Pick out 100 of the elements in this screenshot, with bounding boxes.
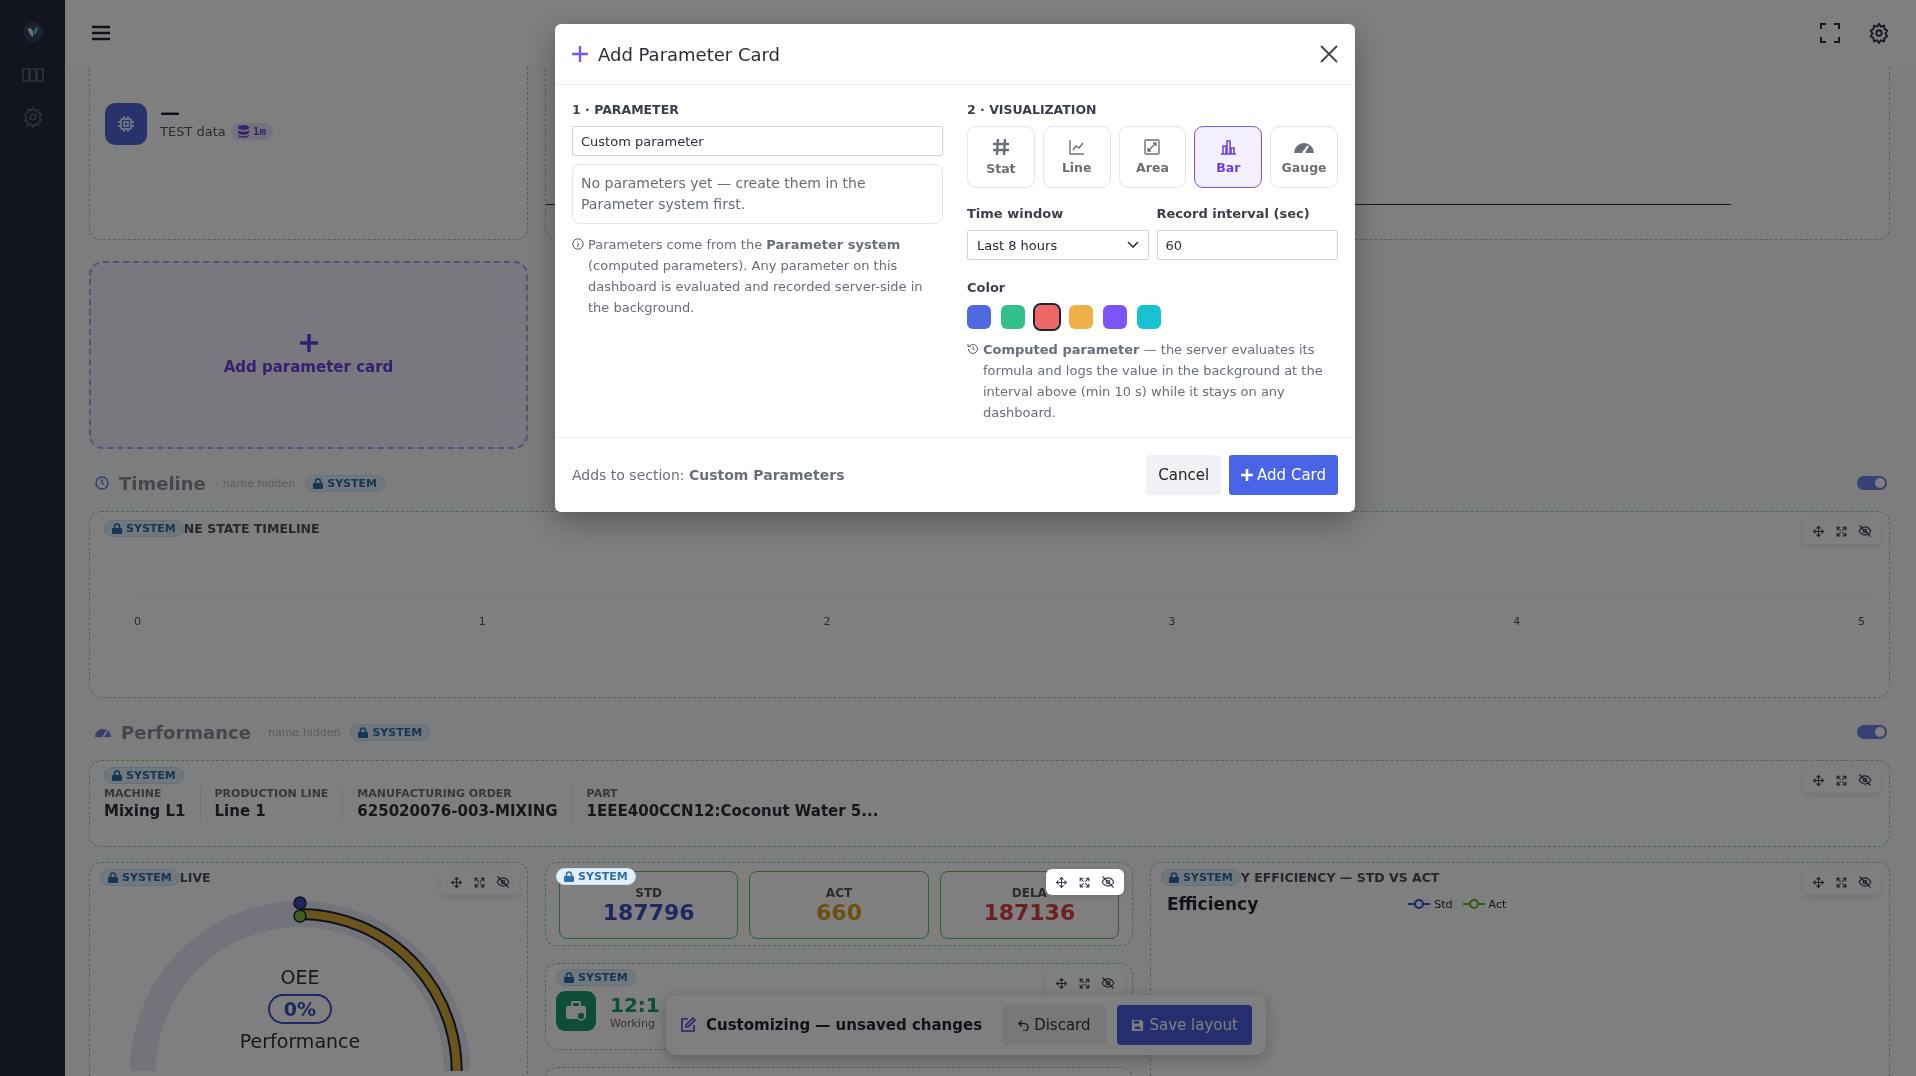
save-icon (1130, 1018, 1144, 1032)
move-icon[interactable] (1055, 875, 1068, 889)
add-parameter-card[interactable]: Add parameter card (89, 261, 528, 449)
briefcase-icon (556, 991, 596, 1031)
hide-icon[interactable] (1101, 976, 1115, 990)
save-layout-button[interactable]: Save layout (1116, 1005, 1252, 1045)
hide-icon[interactable] (1101, 875, 1115, 889)
move-icon[interactable] (450, 875, 463, 889)
visualization-option[interactable]: Stat (967, 126, 1035, 188)
legend-label: Act (1488, 897, 1507, 911)
color-swatch[interactable] (1001, 305, 1025, 329)
history-icon (967, 343, 979, 355)
hide-icon[interactable] (1858, 773, 1872, 787)
plus-icon (1241, 469, 1254, 481)
move-icon[interactable] (1812, 773, 1825, 787)
plus-icon (299, 334, 318, 352)
time-window-select[interactable]: Last 8 hours (967, 230, 1149, 260)
section-title: Timeline (119, 472, 206, 494)
hash-icon (991, 138, 1010, 156)
hide-icon[interactable] (496, 875, 510, 889)
lock-icon (108, 872, 118, 883)
move-icon[interactable] (1812, 524, 1825, 538)
stat-label: STD (635, 885, 663, 900)
close-icon[interactable] (1320, 45, 1338, 63)
move-icon[interactable] (1055, 976, 1068, 990)
field-label: Record interval (sec) (1156, 206, 1311, 221)
axis-label: 3 (1168, 615, 1176, 628)
computed-note: Computed parameter — the server evaluates its formula and logs the value in the background at the interval above (min 10 s) while it stays on any dashboard. (983, 341, 1324, 422)
stat-label: ACT (825, 885, 853, 900)
legend-label: Std (1434, 897, 1453, 911)
empty-message: No parameters yet — create them in the Parameter system first. (572, 164, 943, 224)
hide-icon[interactable] (1858, 524, 1872, 538)
stat-value: 187136 (983, 899, 1076, 925)
expand-icon[interactable] (473, 875, 486, 889)
visualization-option[interactable]: Gauge (1270, 126, 1338, 188)
customize-message: Customizing — unsaved changes (706, 1016, 983, 1034)
field-label: Color (967, 280, 1007, 295)
expand-icon[interactable] (1078, 875, 1091, 889)
badge-label: SYSTEM (578, 971, 628, 984)
expand-icon[interactable] (1835, 773, 1848, 787)
gauge-value: 0% (267, 994, 333, 1024)
color-swatch[interactable] (1035, 305, 1059, 329)
section-toggle[interactable] (1857, 476, 1887, 490)
move-icon[interactable] (1812, 875, 1825, 889)
badge-label: SYSTEM (122, 871, 172, 884)
bar-chart-icon (1219, 139, 1237, 155)
badge-label: SYSTEM (327, 476, 377, 490)
field-label: PRODUCTION LINE (214, 787, 329, 800)
color-swatch[interactable] (1137, 305, 1161, 329)
area-chart-icon (1144, 139, 1161, 155)
lock-icon (112, 523, 122, 534)
lock-icon (564, 972, 574, 983)
field-label: Time window (967, 206, 1065, 221)
discard-button[interactable]: Discard (1002, 1005, 1107, 1045)
color-swatch[interactable] (967, 305, 991, 329)
field-value: Line 1 (214, 802, 267, 820)
clock-time: 12:1 (610, 992, 660, 1017)
color-swatch[interactable] (1103, 305, 1127, 329)
parameter-field[interactable]: Custom parameter (572, 126, 943, 156)
gauge-label: OEE (280, 966, 320, 988)
cancel-button[interactable]: Cancel (1146, 455, 1222, 495)
chart-heading: Efficiency (1167, 894, 1259, 914)
visualization-option[interactable]: Bar (1194, 126, 1263, 188)
expand-icon[interactable] (1835, 875, 1848, 889)
info-text: Parameters come from the Parameter system (computed parameters). Any parameter on this dashboard is evaluated and recorded server-side in the background. (588, 236, 924, 317)
expand-icon[interactable] (1835, 524, 1848, 538)
add-card-button[interactable]: Add Card (1229, 455, 1338, 495)
card-title: LIVE (179, 870, 211, 885)
edit-icon (680, 1017, 696, 1033)
lock-icon (1169, 872, 1179, 883)
record-interval-field[interactable]: 60 (1156, 230, 1338, 260)
axis-label: 1 (478, 615, 486, 628)
section-info: Adds to section: Custom Parameters (572, 467, 845, 483)
info-icon (572, 238, 584, 250)
section-toggle[interactable] (1857, 725, 1887, 739)
badge-label: SYSTEM (1183, 871, 1233, 884)
menu-icon[interactable] (92, 25, 110, 41)
chevron-down-icon (1126, 241, 1139, 249)
gauge-sublabel: Performance (239, 1030, 361, 1052)
plus-icon (572, 46, 588, 62)
expand-icon[interactable] (1078, 976, 1091, 990)
stat-value: 660 (816, 899, 862, 925)
card-title: Y EFFICIENCY — STD VS ACT (1240, 870, 1440, 885)
axis-label: 4 (1513, 615, 1521, 628)
visualization-option[interactable]: Line (1042, 126, 1111, 188)
color-swatch[interactable] (1069, 305, 1093, 329)
logo-icon[interactable] (22, 22, 43, 42)
lock-icon (112, 770, 122, 781)
field-label: MACHINE (104, 787, 163, 800)
badge-label: SYSTEM (578, 870, 628, 883)
settings-icon[interactable] (1868, 22, 1890, 44)
hide-icon[interactable] (1858, 875, 1872, 889)
clock-status: Working (610, 1016, 656, 1030)
database-icon (237, 125, 249, 138)
badge-label: 1m (252, 125, 266, 138)
undo-icon (1018, 1019, 1030, 1031)
fullscreen-icon[interactable] (1820, 23, 1840, 43)
card-label: TEST data (160, 124, 226, 139)
visualization-option[interactable]: Area (1118, 126, 1187, 188)
lock-icon (313, 477, 324, 489)
